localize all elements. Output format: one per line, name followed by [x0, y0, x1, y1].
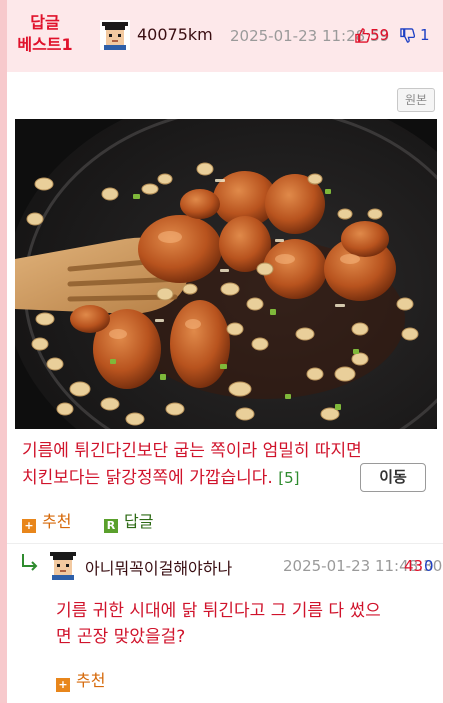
avatar[interactable] [100, 20, 130, 50]
plus-icon: + [22, 519, 36, 533]
comment-author[interactable]: 40075km [137, 25, 213, 44]
thumbs-down-icon [400, 28, 416, 43]
reply-button[interactable]: R 답글 [104, 508, 153, 533]
thumbs-up-icon [355, 28, 371, 43]
best-badge-line2: 베스트1 [17, 35, 73, 54]
reply-avatar[interactable] [48, 550, 78, 580]
recommend-button[interactable]: + 추천 [22, 508, 71, 533]
reply-text: 기름 귀한 시대에 닭 튀긴다고 그 기름 다 썼으 면 곤장 맞았을걸? [56, 598, 381, 650]
reply-author[interactable]: 아니뭐꼭이걸해야하나 [85, 555, 232, 579]
reply-label: 답글 [124, 512, 154, 531]
reply-arrow-icon [20, 552, 40, 576]
comment-text-line2: 치킨보다는 닭강정쪽에 가깝습니다. [5] [22, 465, 362, 492]
best-badge-line1: 답글 [30, 13, 60, 32]
original-image-button[interactable]: 원본 [397, 88, 435, 112]
upvote-value: 59 [370, 26, 390, 44]
reply-recommend-button[interactable]: + 추천 [56, 667, 105, 692]
reply-recommend-label: 추천 [76, 671, 106, 690]
comment-text: 기름에 튀긴다긴보단 굽는 쪽이라 엄밀히 따지면 치킨보다는 닭강정쪽에 가깝… [22, 438, 362, 492]
downvote-value: 1 [420, 26, 430, 44]
move-button[interactable]: 이동 [360, 463, 426, 492]
upvote-count[interactable]: 59 [355, 26, 389, 44]
reply-count[interactable]: [5] [278, 469, 299, 487]
recommend-label: 추천 [42, 512, 72, 531]
reply-upvote-count[interactable]: 43 [404, 557, 423, 575]
comment-text-line1: 기름에 튀긴다긴보단 굽는 쪽이라 엄밀히 따지면 [22, 441, 362, 461]
comment-text-line2-content: 치킨보다는 닭강정쪽에 가깝습니다. [22, 468, 273, 488]
best-reply-badge: 답글 베스트1 [14, 12, 76, 56]
reply-text-line1: 기름 귀한 시대에 닭 튀긴다고 그 기름 다 썼으 [56, 601, 381, 621]
divider [7, 543, 443, 544]
attached-photo[interactable] [15, 119, 437, 429]
reply-downvote-count[interactable]: 0 [424, 557, 434, 575]
reply-icon: R [104, 519, 118, 533]
downvote-count[interactable]: 1 [400, 26, 430, 44]
reply-text-line2: 면 곤장 맞았을걸? [56, 627, 186, 647]
plus-icon: + [56, 678, 70, 692]
